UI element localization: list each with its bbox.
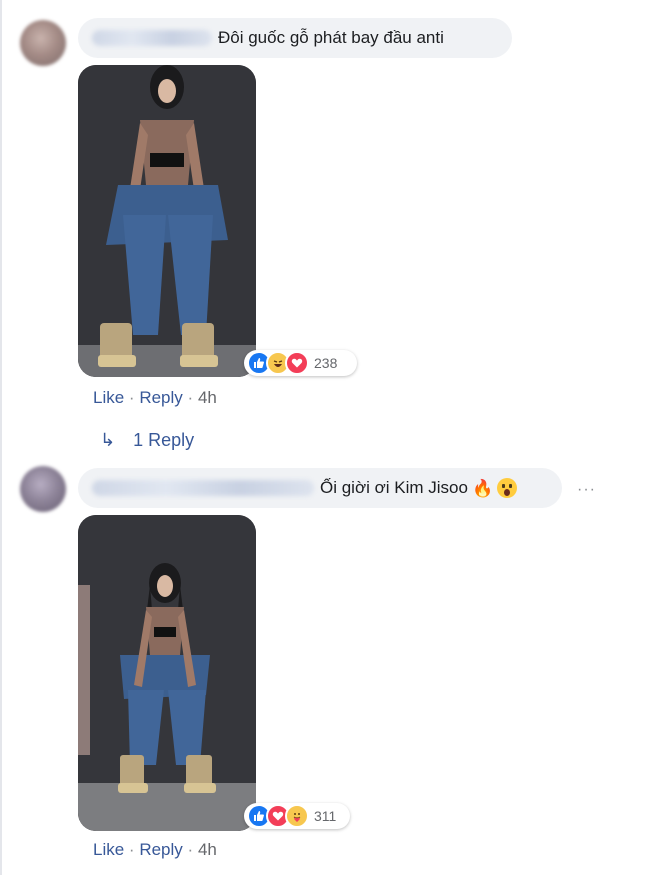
care-reaction-icon bbox=[285, 804, 309, 828]
comment-photo[interactable] bbox=[78, 515, 256, 831]
reply-arrow-icon: ↳ bbox=[100, 430, 116, 450]
comment-text: Đôi guốc gỗ phát bay đầu anti bbox=[218, 28, 444, 47]
reactions-summary[interactable]: 238 bbox=[244, 350, 357, 376]
like-link[interactable]: Like bbox=[93, 840, 124, 859]
comment-photo[interactable] bbox=[78, 65, 256, 377]
separator: · bbox=[128, 388, 135, 407]
more-options-icon[interactable]: ··· bbox=[577, 481, 596, 499]
reaction-count: 311 bbox=[314, 808, 337, 824]
commenter-name-blurred[interactable] bbox=[92, 480, 314, 496]
timestamp[interactable]: 4h bbox=[198, 388, 217, 407]
reply-link[interactable]: Reply bbox=[139, 840, 182, 859]
separator: · bbox=[128, 840, 135, 859]
comment-actions: Like · Reply · 4h bbox=[93, 388, 217, 408]
fire-icon: 🔥 bbox=[471, 478, 494, 498]
comment-actions: Like · Reply · 4h bbox=[93, 840, 217, 860]
commenter-name-blurred[interactable] bbox=[92, 30, 212, 46]
separator: · bbox=[187, 388, 194, 407]
comment-bubble: Đôi guốc gỗ phát bay đầu anti bbox=[78, 18, 512, 58]
comment-text: Ối giời ơi Kim Jisoo bbox=[320, 478, 468, 497]
thread-left-rule bbox=[0, 0, 2, 875]
commenter-avatar[interactable] bbox=[20, 20, 66, 66]
screaming-face-icon bbox=[497, 478, 518, 498]
timestamp[interactable]: 4h bbox=[198, 840, 217, 859]
replies-count-label: 1 Reply bbox=[133, 430, 195, 450]
view-replies-link[interactable]: ↳ 1 Reply bbox=[100, 430, 194, 451]
reaction-count: 238 bbox=[314, 355, 338, 371]
reactions-summary[interactable]: 311 bbox=[244, 803, 350, 829]
commenter-avatar[interactable] bbox=[20, 466, 66, 512]
comment-bubble: Ối giời ơi Kim Jisoo 🔥 bbox=[78, 468, 562, 508]
like-link[interactable]: Like bbox=[93, 388, 124, 407]
reply-link[interactable]: Reply bbox=[139, 388, 182, 407]
love-reaction-icon bbox=[285, 351, 309, 375]
separator: · bbox=[187, 840, 194, 859]
